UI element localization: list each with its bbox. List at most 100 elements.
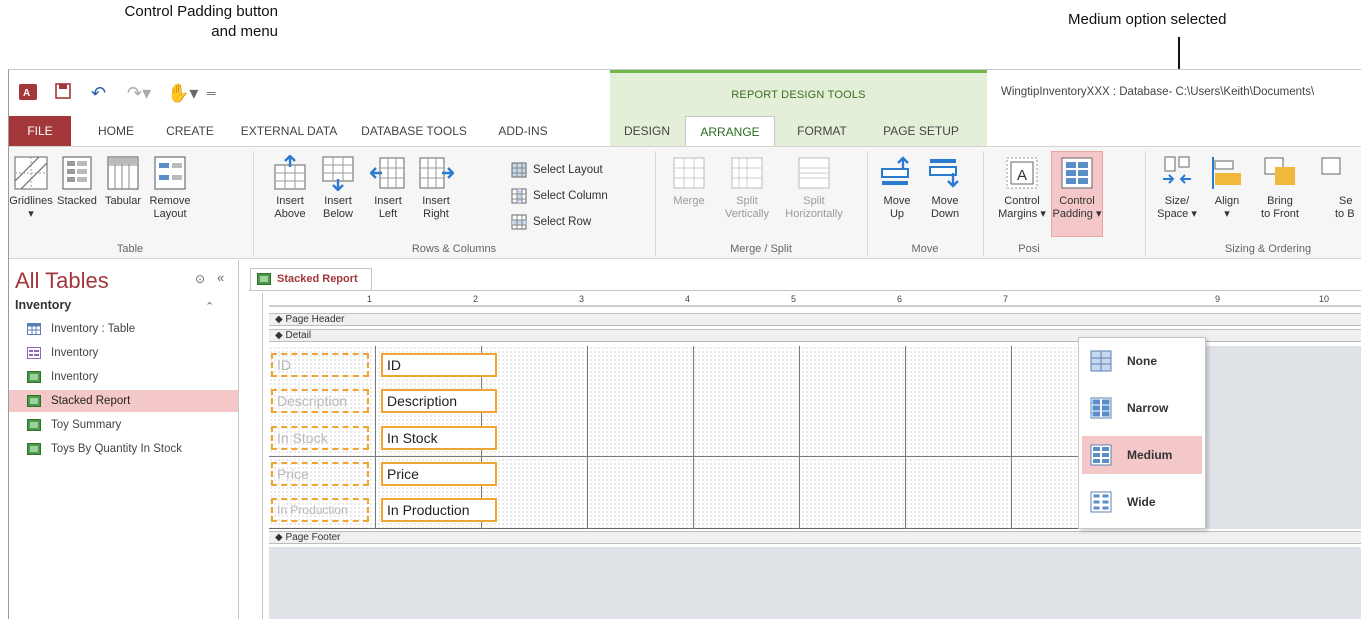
nav-item-label: Toy Summary — [51, 419, 122, 431]
nav-group-collapse-icon[interactable]: ⌃ — [205, 300, 214, 313]
control-padding-label-2: Padding ▾ — [1052, 208, 1102, 220]
insert-below-button[interactable]: Insert Below — [315, 155, 361, 221]
callout-control-padding: Control Padding button and menu — [38, 2, 278, 42]
title-bar: A ↶ ↷▾ ✋▾ ═ REPORT DESIGN TOOLS WingtipI… — [9, 70, 1361, 116]
tab-create[interactable]: CREATE — [155, 116, 225, 146]
select-layout-button[interactable]: Select Layout — [511, 161, 603, 179]
split-horizontally-label-2: Horizontally — [785, 208, 843, 220]
ruler-mark: 1 — [367, 294, 373, 304]
size-space-icon — [1163, 156, 1191, 184]
nav-item-toy-summary[interactable]: Toy Summary — [9, 414, 238, 436]
vertical-ruler — [249, 293, 263, 619]
insert-right-icon — [419, 157, 454, 189]
nav-group-inventory[interactable]: Inventory — [15, 298, 71, 312]
save-icon[interactable] — [55, 82, 71, 104]
nav-item-toys-by-quantity[interactable]: Toys By Quantity In Stock — [9, 438, 238, 460]
touch-mode-icon[interactable]: ✋▾ — [167, 82, 198, 104]
bring-to-front-icon — [1264, 157, 1295, 185]
nav-collapse-icon[interactable]: « — [217, 270, 224, 285]
field-label[interactable]: Price — [271, 462, 369, 486]
tab-file[interactable]: FILE — [9, 116, 71, 146]
gridlines-caret: ▾ — [28, 208, 34, 220]
align-button[interactable]: Align ▾ — [1205, 155, 1249, 221]
padding-option-none[interactable]: None — [1082, 342, 1202, 380]
tab-format[interactable]: FORMAT — [785, 116, 859, 146]
tab-external-data[interactable]: EXTERNAL DATA — [233, 116, 345, 146]
remove-layout-button[interactable]: Remove Layout — [147, 155, 193, 221]
nav-filter-icon[interactable]: ⊙ — [195, 272, 205, 286]
customize-toolbar-icon[interactable]: ═ — [207, 82, 216, 104]
field-textbox[interactable]: In Stock — [381, 426, 497, 450]
nav-item-label: Toys By Quantity In Stock — [51, 443, 183, 455]
stacked-button[interactable]: Stacked — [55, 155, 99, 208]
group-label-position: Posi — [1018, 243, 1040, 255]
field-textbox[interactable]: ID — [381, 353, 497, 377]
field-textbox[interactable]: In Production — [381, 498, 497, 522]
tab-arrange[interactable]: ARRANGE — [685, 116, 775, 147]
nav-item-stacked-report[interactable]: Stacked Report — [9, 390, 238, 412]
align-label-2: ▾ — [1224, 208, 1230, 220]
send-to-back-button[interactable]: Se to B — [1309, 155, 1359, 221]
field-textbox[interactable]: Price — [381, 462, 497, 486]
select-row-button[interactable]: Select Row — [511, 213, 591, 231]
gridlines-button[interactable]: Gridlines ▾ — [9, 155, 53, 221]
grid-column-line — [905, 346, 906, 529]
undo-icon[interactable]: ↶ — [91, 82, 106, 104]
redo-icon[interactable]: ↷▾ — [127, 82, 151, 104]
control-margins-label-1: Control — [1004, 195, 1040, 207]
tab-database-tools[interactable]: DATABASE TOOLS — [351, 116, 477, 146]
move-up-icon — [881, 156, 909, 185]
select-row-icon — [511, 214, 527, 230]
group-label-merge-split: Merge / Split — [730, 243, 792, 255]
field-label[interactable]: In Stock — [271, 426, 369, 450]
field-label[interactable]: In Production — [271, 498, 369, 522]
align-icon — [1212, 157, 1241, 189]
report-icon — [257, 273, 271, 285]
tabular-label: Tabular — [104, 195, 142, 207]
split-vertically-button[interactable]: Split Vertically — [719, 155, 775, 221]
grid-row-line — [269, 456, 1109, 457]
tab-design[interactable]: DESIGN — [615, 116, 679, 146]
padding-option-label: None — [1127, 354, 1157, 368]
grid-column-line — [587, 346, 588, 529]
size-space-label-1: Size/ — [1164, 195, 1190, 207]
padding-medium-icon — [1090, 444, 1112, 466]
padding-option-medium[interactable]: Medium — [1082, 436, 1202, 474]
field-label[interactable]: ID — [271, 353, 369, 377]
field-textbox[interactable]: Description — [381, 389, 497, 413]
select-row-label: Select Row — [533, 216, 592, 228]
page-footer-band[interactable]: ◆ Page Footer — [269, 531, 1361, 544]
split-horizontally-button[interactable]: Split Horizontally — [781, 155, 847, 221]
insert-right-button[interactable]: Insert Right — [413, 155, 459, 221]
nav-item-inventory-form[interactable]: Inventory — [9, 342, 238, 364]
page-header-band[interactable]: ◆ Page Header — [269, 313, 1361, 326]
split-horizontally-icon — [798, 157, 830, 189]
nav-item-inventory-report[interactable]: Inventory — [9, 366, 238, 388]
merge-button[interactable]: Merge — [667, 155, 711, 208]
move-down-button[interactable]: Move Down — [923, 155, 967, 221]
tab-page-setup[interactable]: PAGE SETUP — [871, 116, 971, 146]
tab-home[interactable]: HOME — [83, 116, 149, 146]
insert-above-icon — [274, 155, 306, 190]
insert-left-icon — [370, 157, 405, 189]
padding-option-label: Narrow — [1127, 401, 1169, 415]
select-column-button[interactable]: Select Column — [511, 187, 608, 205]
control-padding-label-1: Control — [1059, 195, 1095, 207]
size-space-button[interactable]: Size/ Space ▾ — [1153, 155, 1201, 221]
move-up-button[interactable]: Move Up — [875, 155, 919, 221]
control-padding-button[interactable]: Control Padding ▾ — [1051, 151, 1103, 237]
control-margins-button[interactable]: A Control Margins ▾ — [995, 155, 1049, 221]
control-margins-icon: A — [1006, 157, 1038, 189]
nav-item-inventory-table[interactable]: Inventory : Table — [9, 318, 238, 340]
document-tab-stacked-report[interactable]: Stacked Report — [250, 268, 372, 290]
padding-option-wide[interactable]: Wide — [1082, 483, 1202, 521]
bring-to-front-button[interactable]: Bring to Front — [1253, 155, 1307, 221]
field-label[interactable]: Description — [271, 389, 369, 413]
insert-left-button[interactable]: Insert Left — [365, 155, 411, 221]
tab-add-ins[interactable]: ADD-INS — [483, 116, 563, 146]
nav-pane-title[interactable]: All Tables — [15, 268, 109, 294]
padding-option-narrow[interactable]: Narrow — [1082, 389, 1202, 427]
split-vertically-label-1: Split — [736, 195, 758, 207]
tabular-button[interactable]: Tabular — [101, 155, 145, 208]
insert-above-button[interactable]: Insert Above — [267, 155, 313, 221]
